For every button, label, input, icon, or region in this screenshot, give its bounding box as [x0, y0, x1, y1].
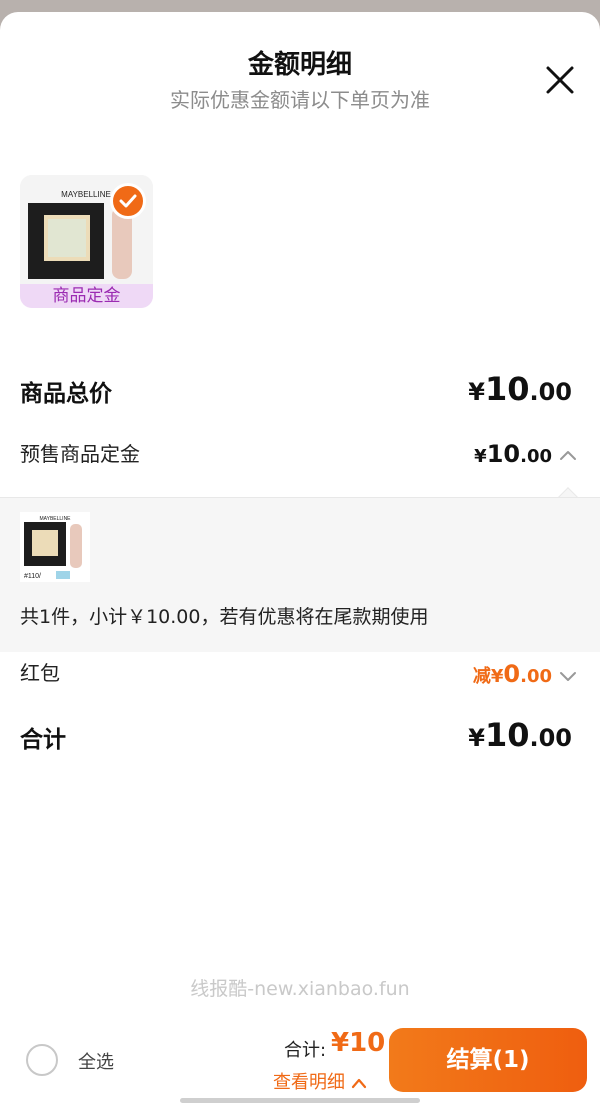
watermark-text: 线报酷-new.xianbao.fun	[190, 978, 410, 1000]
sheet-subtitle: 实际优惠金额请以下单页为准	[170, 88, 430, 112]
footer-total-amount: ¥10	[331, 1028, 386, 1058]
variant-label: #110/	[24, 573, 41, 580]
subtotal-value: ¥10.00	[468, 716, 572, 754]
total-price-value: ¥10.00	[468, 370, 572, 408]
detail-summary: 共1件，小计￥10.00，若有优惠将在尾款期使用	[20, 606, 429, 628]
product-tag: 商品定金	[20, 284, 153, 308]
view-detail-link[interactable]: 查看明细	[273, 1068, 367, 1094]
view-detail-label: 查看明细	[273, 1072, 345, 1093]
select-all-label[interactable]: 全选	[78, 1048, 114, 1074]
presale-deposit-value: ¥10.00	[474, 440, 552, 468]
footer-total-label: 合计:	[284, 1040, 327, 1061]
deposit-detail-panel: MAYBELLINE #110/ 共1件，小计￥10.00，若有优惠将在尾款期使…	[0, 497, 600, 652]
subtotal-label: 合计	[20, 727, 66, 753]
close-icon	[546, 66, 574, 94]
close-button[interactable]	[540, 60, 580, 100]
chevron-up-small-icon	[351, 1078, 366, 1089]
presale-deposit-label: 预售商品定金	[20, 442, 140, 466]
red-packet-value: 减¥0.00	[472, 660, 552, 688]
detail-brand-text: MAYBELLINE	[39, 516, 71, 522]
check-icon	[119, 194, 137, 208]
sheet-title: 金额明细	[247, 50, 352, 80]
selected-badge	[110, 183, 146, 219]
red-packet-label: 红包	[20, 661, 60, 685]
total-price-label: 商品总价	[20, 381, 112, 407]
detail-product-image: MAYBELLINE #110/	[20, 512, 90, 582]
chevron-down-icon[interactable]	[558, 666, 578, 686]
chevron-up-icon[interactable]	[558, 446, 578, 466]
select-all-checkbox[interactable]	[26, 1044, 58, 1076]
product-brand-text: MAYBELLINE	[61, 190, 111, 199]
home-indicator	[180, 1098, 420, 1103]
amount-detail-sheet: 金额明细 实际优惠金额请以下单页为准 MAYBELLINE 商品定金 商品总价 …	[0, 12, 600, 1105]
checkout-button[interactable]: 结算(1)	[389, 1028, 587, 1092]
